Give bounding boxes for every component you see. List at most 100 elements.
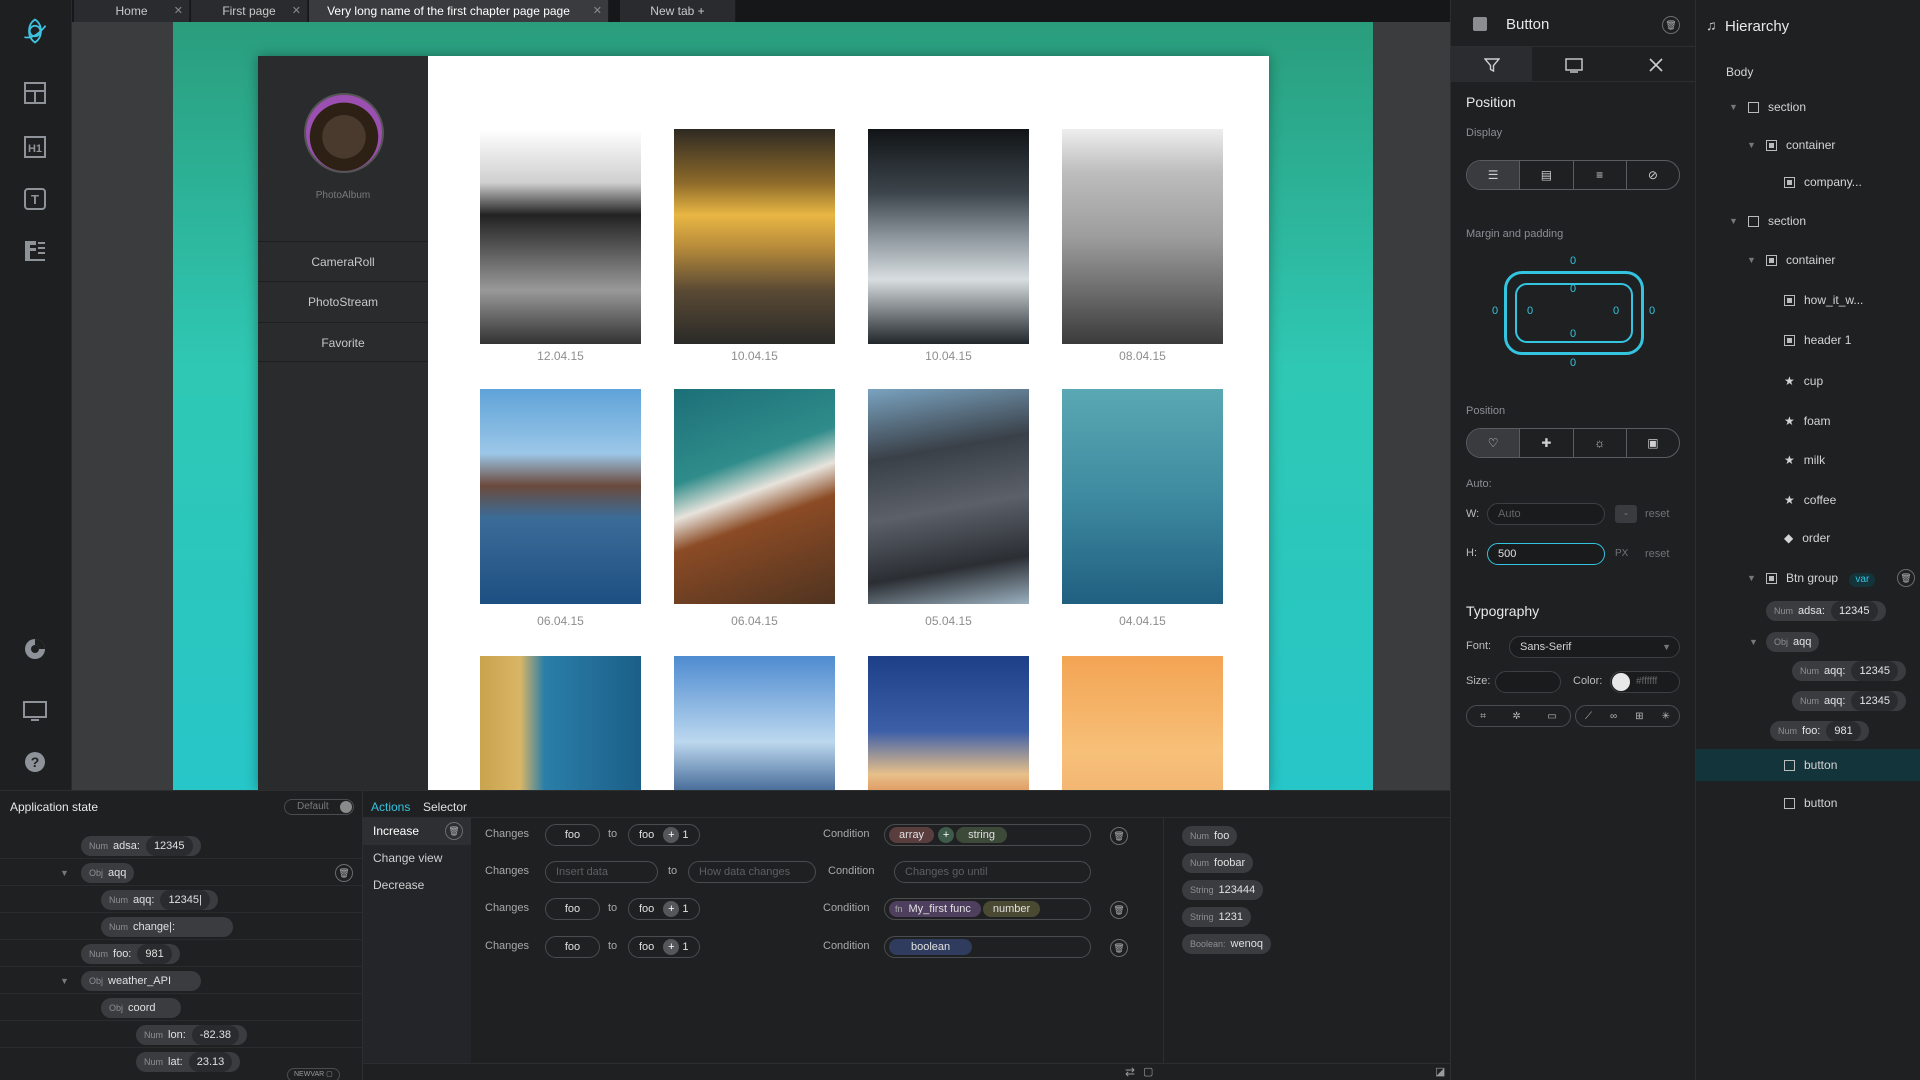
plus-icon[interactable]: + (938, 827, 955, 843)
condition-type-boolean[interactable]: boolean (889, 939, 973, 955)
color-input[interactable]: #ffffff (1610, 671, 1680, 693)
source-var-pill[interactable]: foo (545, 824, 600, 846)
app-logo-icon[interactable] (20, 16, 50, 46)
comment-icon[interactable]: ▢ (1143, 1065, 1153, 1078)
increment-value[interactable]: 1 (682, 903, 688, 915)
filter-icon[interactable] (1451, 47, 1532, 82)
photo-opera-house[interactable] (868, 656, 1029, 790)
padding-top-value[interactable]: 0 (1570, 283, 1576, 295)
default-toggle[interactable]: Default (284, 799, 354, 815)
help-icon[interactable]: ? (20, 747, 50, 777)
var-pill[interactable]: String 123444 (1182, 880, 1264, 900)
trash-icon[interactable]: 🗑 (1897, 569, 1915, 587)
trash-icon[interactable]: 🗑 (1662, 16, 1680, 34)
tree-item-milk[interactable]: ★ milk (1696, 444, 1920, 476)
condition-pill[interactable]: boolean (884, 936, 1091, 958)
var-pill[interactable]: Num aqq: 12345| (101, 890, 218, 910)
action-item-increase[interactable]: Increase 🗑 (363, 818, 471, 845)
plus-icon[interactable]: + (663, 827, 680, 843)
tab-new[interactable]: New tab + (620, 0, 736, 22)
chevron-down-icon[interactable]: ▼ (1747, 562, 1756, 594)
var-pill[interactable]: Boolean: wenoq (1182, 934, 1271, 954)
var-pill[interactable]: Num foo: 981 (1770, 721, 1869, 741)
how-data-changes-input[interactable]: How data changes (688, 861, 816, 883)
size-input[interactable] (1495, 671, 1561, 693)
tab-selector[interactable]: Selector (423, 800, 467, 814)
trash-icon[interactable]: 🗑 (1110, 939, 1128, 957)
new-var-button[interactable]: NEWVAR ▢ (287, 1068, 340, 1080)
var-value[interactable]: 12345| (160, 890, 210, 910)
layout-icon[interactable] (20, 78, 50, 108)
width-reset[interactable]: reset (1645, 508, 1669, 520)
trash-icon[interactable]: 🗑 (1110, 827, 1128, 845)
photo-ocean[interactable] (1062, 389, 1223, 604)
tab-home[interactable]: Home ✕ (74, 0, 190, 22)
margin-bottom-value[interactable]: 0 (1570, 357, 1576, 369)
photo-sunset-waves[interactable] (674, 129, 835, 344)
tree-item-button-selected[interactable]: button (1696, 749, 1920, 781)
var-value[interactable]: -82.38 (191, 1025, 239, 1045)
var-pill[interactable]: Obj weather_API (81, 971, 201, 991)
tree-item-company[interactable]: company... (1696, 166, 1920, 198)
trash-icon[interactable]: 🗑 (1110, 901, 1128, 919)
tree-body[interactable]: Body (1696, 56, 1920, 88)
var-pill[interactable]: Num lon: -82.38 (136, 1025, 247, 1045)
tree-item-button[interactable]: button (1696, 787, 1920, 819)
photo-sunset-sky[interactable] (1062, 656, 1223, 790)
display-inline-block-icon[interactable]: ▤ (1520, 161, 1574, 189)
photo-bridge[interactable] (674, 656, 835, 790)
var-value[interactable]: 981 (137, 944, 172, 964)
insert-data-input[interactable]: Insert data (545, 861, 658, 883)
chevron-down-icon[interactable]: ▼ (1749, 637, 1758, 647)
nav-photo-stream[interactable]: PhotoStream (258, 281, 428, 321)
wand-icon[interactable]: ⟋ (1585, 711, 1592, 722)
image-icon[interactable]: ▣ (1627, 429, 1679, 457)
photo-rock[interactable] (868, 389, 1029, 604)
photo-sea-stack[interactable] (480, 656, 641, 790)
var-pill[interactable]: Num adsa: 12345 (81, 836, 201, 856)
paragraph-icon[interactable] (20, 236, 50, 266)
var-pill[interactable]: Num foobar (1182, 853, 1254, 873)
padding-left-value[interactable]: 0 (1527, 305, 1533, 317)
box-icon[interactable]: ▭ (1547, 711, 1556, 722)
var-pill[interactable]: String 1231 (1182, 907, 1251, 927)
condition-type-array[interactable]: array (889, 827, 935, 843)
width-unit[interactable]: - (1615, 505, 1637, 523)
tree-item-btn-group[interactable]: ▼ Btn group var 🗑 (1696, 562, 1920, 594)
sparkle-icon[interactable]: ✲ (1512, 711, 1520, 722)
condition-function[interactable]: fn My_first func (889, 901, 981, 917)
condition-type-number[interactable]: number (982, 901, 1041, 917)
map-icon[interactable]: ⊞ (1635, 711, 1643, 722)
padding-bottom-value[interactable]: 0 (1570, 328, 1576, 340)
padding-right-value[interactable]: 0 (1613, 305, 1619, 317)
chevron-down-icon[interactable]: ▼ (1729, 205, 1738, 237)
heading-icon[interactable]: H1 (20, 132, 50, 162)
photo-palm-beach[interactable] (480, 129, 641, 344)
var-pill[interactable]: Num aqq: 12345 (1792, 661, 1907, 681)
var-pill[interactable]: Obj aqq (81, 863, 135, 883)
text-icon[interactable]: T (20, 184, 50, 214)
nav-camera-roll[interactable]: CameraRoll (258, 241, 428, 281)
width-input[interactable]: Auto (1487, 503, 1605, 525)
tools-icon[interactable] (1615, 47, 1696, 82)
var-pill[interactable]: Num change|: (101, 917, 233, 937)
target-expression[interactable]: foo + 1 (628, 936, 700, 958)
var-pill[interactable]: Num aqq: 12345 (1792, 691, 1907, 711)
crop-icon[interactable]: ⌗ (1480, 711, 1486, 722)
margin-top-value[interactable]: 0 (1570, 255, 1576, 267)
trash-icon[interactable]: 🗑 (335, 864, 353, 882)
height-unit[interactable]: PX (1615, 548, 1628, 559)
tab-actions[interactable]: Actions (371, 800, 410, 814)
plus-icon[interactable]: + (663, 939, 680, 955)
source-var-pill[interactable]: foo (545, 898, 600, 920)
cross-icon[interactable]: ✚ (1520, 429, 1574, 457)
height-reset[interactable]: reset (1645, 548, 1669, 560)
tab-first-page[interactable]: First page ✕ (191, 0, 308, 22)
heart-icon[interactable]: ♡ (1467, 429, 1521, 457)
condition-pill[interactable]: array + string (884, 824, 1091, 846)
condition-pill[interactable]: fn My_first func number (884, 898, 1091, 920)
tree-item-section[interactable]: ▼ section (1696, 91, 1920, 123)
tree-item-section[interactable]: ▼ section (1696, 205, 1920, 237)
increment-value[interactable]: 1 (682, 941, 688, 953)
chevron-down-icon[interactable]: ▼ (60, 976, 69, 986)
